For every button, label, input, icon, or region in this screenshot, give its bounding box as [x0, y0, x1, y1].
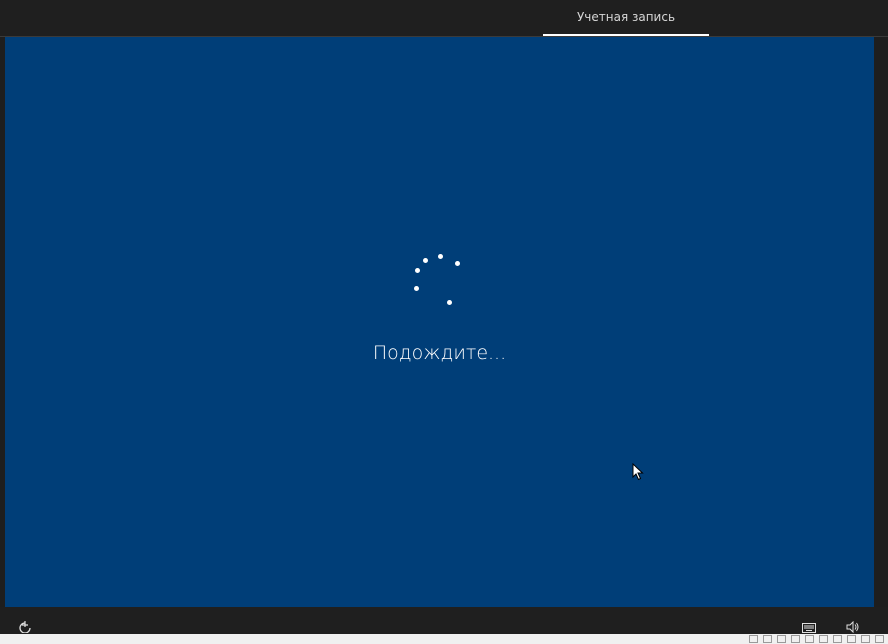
bottom-bar [0, 607, 888, 634]
top-bar: Учетная запись [0, 0, 888, 37]
spinner-dot [423, 258, 428, 263]
vm-keyboard-icon[interactable] [875, 635, 884, 643]
keyboard-icon[interactable] [802, 623, 816, 633]
spinner-dot [455, 261, 460, 266]
loading-spinner [5, 37, 874, 607]
status-text: Подождите... [372, 342, 507, 364]
spinner-dot [414, 286, 419, 291]
spinner-dot [447, 300, 452, 305]
vm-mouse-icon[interactable] [861, 635, 870, 643]
spinner-dot [438, 254, 443, 259]
mouse-cursor-icon [632, 463, 644, 481]
volume-icon[interactable] [846, 621, 860, 633]
ease-of-access-icon[interactable] [18, 621, 32, 633]
vm-shared-folder-icon[interactable] [833, 635, 842, 643]
vm-usb-icon[interactable] [791, 635, 800, 643]
vm-storage-icon[interactable] [749, 635, 758, 643]
spinner-dot [415, 268, 420, 273]
vm-display-icon[interactable] [819, 635, 828, 643]
vm-host-status-bar [0, 634, 888, 644]
vm-host-icons [749, 635, 884, 643]
vm-audio-icon[interactable] [805, 635, 814, 643]
vm-capture-icon[interactable] [847, 635, 856, 643]
vm-optical-icon[interactable] [763, 635, 772, 643]
oobe-screen: Подождите... [5, 37, 874, 607]
vm-network-icon[interactable] [777, 635, 786, 643]
tab-account[interactable]: Учетная запись [543, 0, 709, 36]
